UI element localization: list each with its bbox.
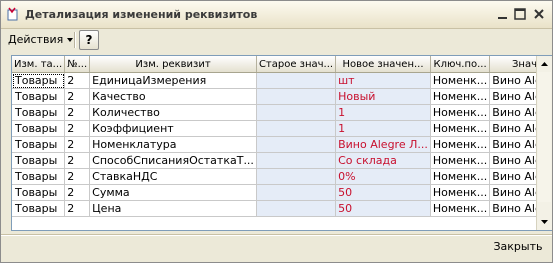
table-cell[interactable]: 1: [335, 104, 431, 121]
table-cell[interactable]: 0%: [335, 168, 431, 185]
table-row[interactable]: Товары2Коэффициент1Номенк...Вино Alegre …: [12, 120, 552, 137]
table-cell[interactable]: 2: [64, 152, 91, 169]
dialog-window: Детализация изменений реквизитов Действи…: [0, 0, 553, 263]
table-cell[interactable]: 2: [64, 88, 91, 105]
table-cell[interactable]: 1: [335, 120, 431, 137]
table-cell[interactable]: Товары: [12, 104, 66, 121]
actions-label: Действия: [8, 33, 64, 46]
maximize-icon[interactable]: [512, 6, 528, 22]
close-icon[interactable]: [531, 6, 547, 22]
close-button[interactable]: Закрыть: [486, 236, 550, 258]
table-cell[interactable]: [256, 136, 337, 153]
table-row[interactable]: Товары2Цена50Номенк...Вино Alegre Л...: [12, 200, 552, 217]
changes-table[interactable]: Изм. та... №... Изм. реквизит Старое зна…: [11, 55, 552, 231]
table-cell[interactable]: Номенк...: [430, 200, 491, 217]
table-header-row: Изм. та... №... Изм. реквизит Старое зна…: [12, 56, 552, 73]
table-cell[interactable]: Со склада: [335, 152, 431, 169]
table-cell[interactable]: шт: [335, 72, 431, 89]
table-cell[interactable]: Номенк...: [430, 152, 491, 169]
table-row[interactable]: Товары2ЕдиницаИзмеренияштНоменк...Вино A…: [12, 72, 552, 89]
table-cell[interactable]: Новый: [335, 88, 431, 105]
app-icon: [6, 7, 20, 21]
scroll-up-icon[interactable]: [538, 57, 551, 71]
table-cell[interactable]: 2: [64, 104, 91, 121]
chevron-down-icon: [67, 38, 74, 42]
table-row[interactable]: Товары2КачествоНовыйНоменк...Вино Alegre…: [12, 88, 552, 105]
table-cell[interactable]: [256, 120, 337, 137]
table-cell[interactable]: 2: [64, 120, 91, 137]
table-cell[interactable]: Качество: [89, 88, 257, 105]
table-cell[interactable]: 2: [64, 200, 91, 217]
column-header[interactable]: Старое знач...: [256, 56, 337, 73]
help-button[interactable]: ?: [79, 30, 99, 50]
column-header[interactable]: №...: [64, 56, 91, 73]
table-cell[interactable]: [256, 72, 337, 89]
table-row[interactable]: Товары 2 Номенклатура Вино Alegre Л... Номен…: [12, 136, 552, 153]
table-cell[interactable]: [256, 88, 337, 105]
table-cell[interactable]: 2: [64, 184, 91, 201]
table-cell[interactable]: Номенк...: [430, 72, 491, 89]
table-cell[interactable]: Номенк...: [430, 184, 491, 201]
title-bar[interactable]: Детализация изменений реквизитов: [1, 1, 552, 29]
table-cell[interactable]: Товары: [12, 88, 66, 105]
minimize-icon[interactable]: [495, 6, 511, 22]
table-cell[interactable]: СпособСписанияОстаткаТ...: [89, 152, 257, 169]
table-cell[interactable]: Сумма: [89, 184, 257, 201]
toolbar: Действия ?: [1, 29, 552, 51]
table-cell[interactable]: Коэффициент: [89, 120, 257, 137]
table-cell[interactable]: Товары: [12, 200, 66, 217]
table-cell[interactable]: 50: [335, 184, 431, 201]
table-cell[interactable]: Номенк...: [430, 88, 491, 105]
table-cell[interactable]: [256, 200, 337, 217]
vertical-scrollbar[interactable]: [536, 56, 552, 230]
window-title: Детализация изменений реквизитов: [25, 8, 258, 21]
table-cell[interactable]: [256, 152, 337, 169]
table-cell[interactable]: 2: [64, 136, 91, 153]
column-header[interactable]: Изм. реквизит: [89, 56, 257, 73]
scroll-down-icon[interactable]: [538, 215, 551, 229]
table-cell[interactable]: Товары: [12, 120, 66, 137]
table-cell[interactable]: СтавкаНДС: [89, 168, 257, 185]
table-cell[interactable]: Товары: [12, 168, 66, 185]
table-cell[interactable]: Номенклатура: [89, 136, 257, 153]
column-header[interactable]: Ключ.по...: [430, 56, 491, 73]
toolbar-separator: [74, 32, 76, 48]
table-cell[interactable]: Вино Alegre Л...: [335, 136, 431, 153]
table-cell[interactable]: 50: [335, 200, 431, 217]
column-header[interactable]: Новое значен...: [335, 56, 431, 73]
table-cell[interactable]: Номенк...: [430, 120, 491, 137]
table-cell[interactable]: Номенк...: [430, 136, 491, 153]
actions-menu-button[interactable]: Действия: [5, 31, 76, 48]
table-cell[interactable]: Номенк...: [430, 104, 491, 121]
table-cell[interactable]: [256, 168, 337, 185]
table-cell[interactable]: 2: [64, 168, 91, 185]
table-cell[interactable]: 2: [64, 72, 91, 89]
table-row[interactable]: Товары2Количество1Номенк...Вино Alegre Л…: [12, 104, 552, 121]
table-row[interactable]: Товары2Сумма50Номенк...Вино Alegre Л...: [12, 184, 552, 201]
changes-table-grid: Изм. та... №... Изм. реквизит Старое зна…: [12, 56, 552, 217]
table-row[interactable]: Товары 2 СпособСписанияОстаткаТ... Со склад…: [12, 152, 552, 169]
column-header[interactable]: Изм. та...: [12, 56, 66, 73]
table-cell[interactable]: Товары: [12, 136, 66, 153]
scrollbar-track[interactable]: [538, 72, 551, 202]
table-cell[interactable]: [256, 104, 337, 121]
table-row[interactable]: Товары2СтавкаНДС0%Номенк...Вино Alegre Л…: [12, 168, 552, 185]
table-cell[interactable]: Товары: [12, 72, 66, 89]
footer-divider: [1, 234, 552, 236]
table-cell[interactable]: Товары: [12, 152, 66, 169]
table-cell[interactable]: Количество: [89, 104, 257, 121]
table-cell[interactable]: Цена: [89, 200, 257, 217]
table-cell[interactable]: Номенк...: [430, 168, 491, 185]
table-cell[interactable]: ЕдиницаИзмерения: [89, 72, 257, 89]
table-cell[interactable]: Товары: [12, 184, 66, 201]
table-cell[interactable]: [256, 184, 337, 201]
